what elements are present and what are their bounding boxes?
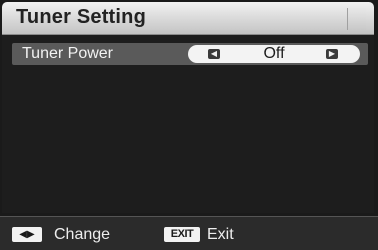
hint-change-label: Change	[54, 226, 111, 243]
setting-row-tuner-power[interactable]: Tuner Power ◀ Off ▶	[12, 43, 368, 65]
exit-key: EXIT	[164, 227, 200, 242]
hint-exit-label: Exit	[207, 226, 234, 243]
settings-panel: Tuner Power ◀ Off ▶	[2, 35, 374, 213]
title-bar-cap	[347, 8, 366, 30]
setting-label: Tuner Power	[22, 45, 113, 62]
title-bar: Tuner Setting	[2, 2, 374, 35]
arrow-right-icon[interactable]: ▶	[326, 49, 338, 59]
footer-hints: ◀▶ Change EXIT Exit	[0, 216, 378, 250]
setting-value-selector[interactable]: ◀ Off ▶	[188, 45, 360, 63]
tuner-setting-screen: Tuner Setting Tuner Power ◀ Off ▶ ◀▶ Cha…	[0, 0, 378, 250]
page-title: Tuner Setting	[16, 6, 147, 28]
left-right-arrows-icon: ◀▶	[12, 227, 42, 242]
